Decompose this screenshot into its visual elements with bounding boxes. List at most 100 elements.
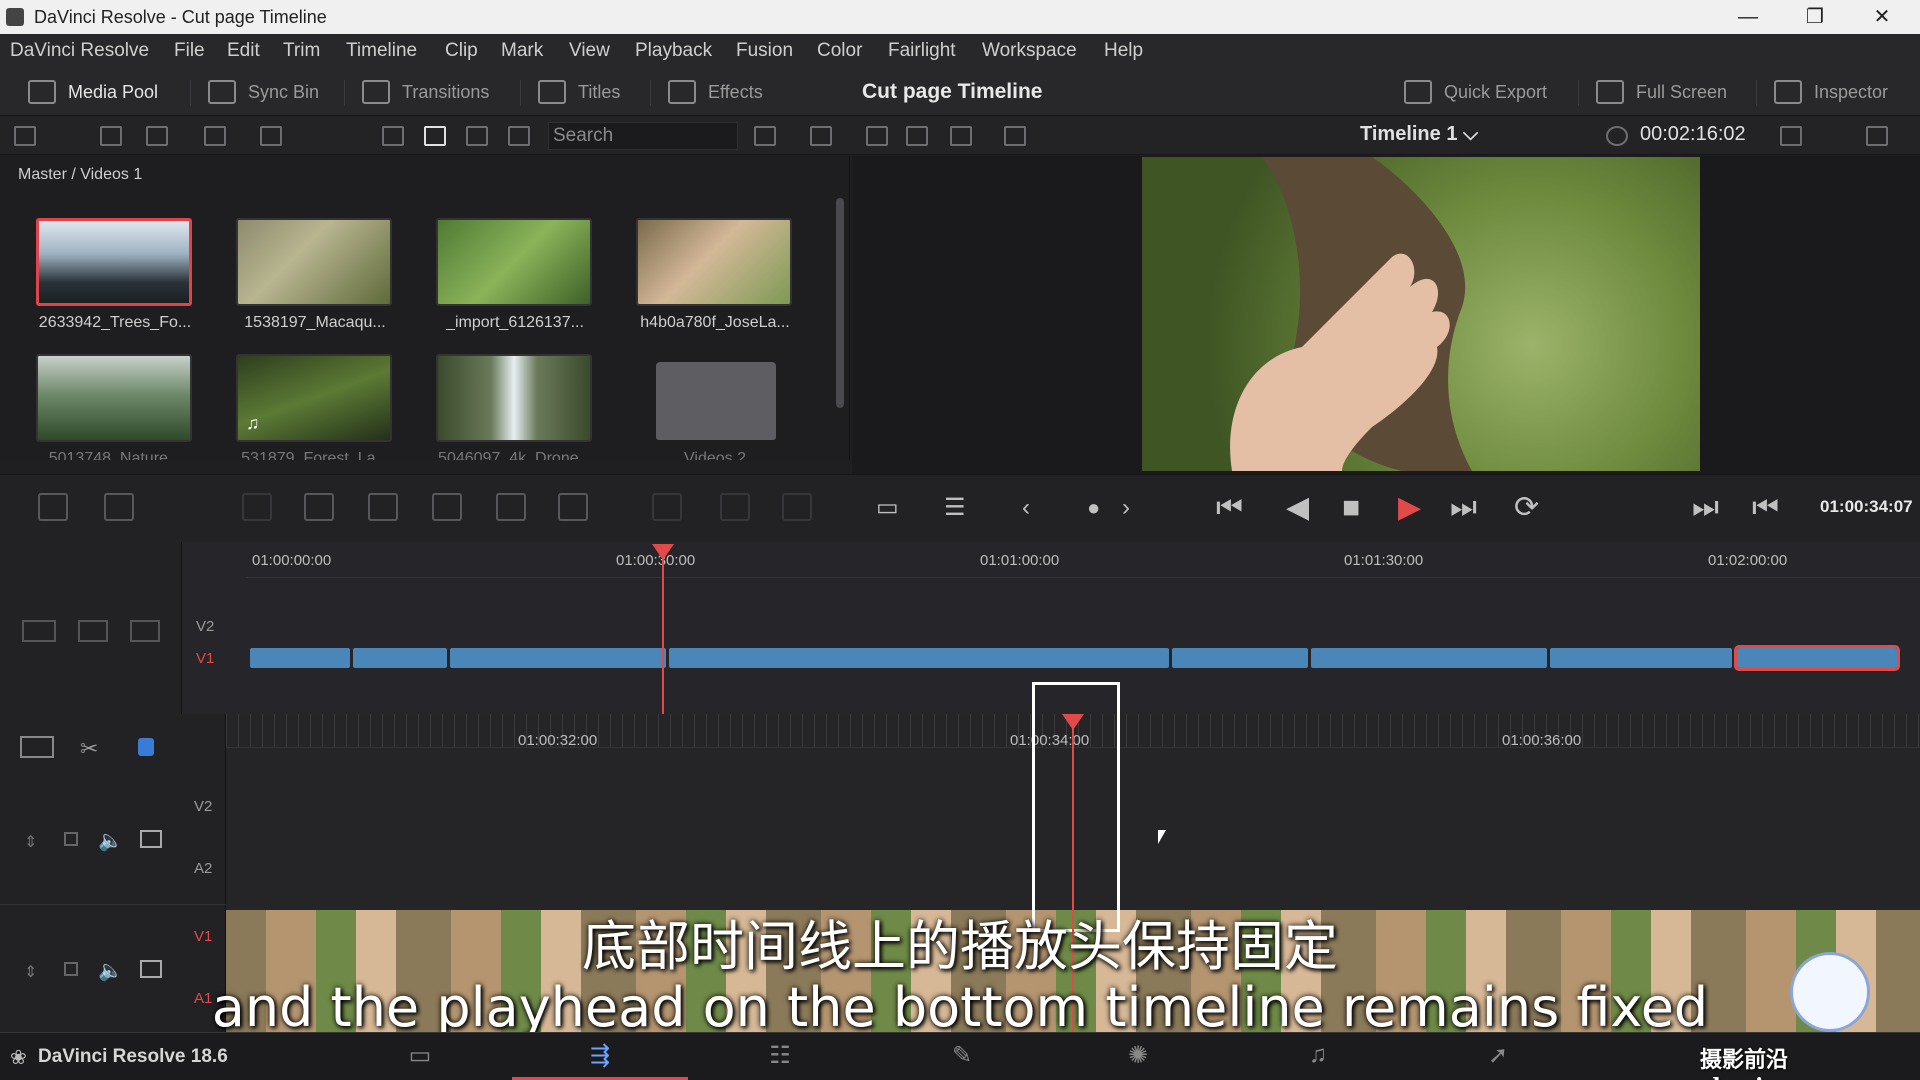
menu-clip[interactable]: Clip [445, 40, 478, 62]
quick-export-button[interactable]: Quick Export [1404, 78, 1547, 106]
clip-thumbnail[interactable] [36, 218, 192, 306]
timeline-clip[interactable] [250, 648, 350, 668]
ripple-overwrite-icon[interactable] [242, 493, 272, 521]
menu-playback[interactable]: Playback [635, 40, 712, 62]
effects-button[interactable]: Effects [668, 78, 763, 106]
menu-help[interactable]: Help [1104, 40, 1143, 62]
fairlight-page-icon[interactable]: ♫ [1296, 1041, 1340, 1071]
place-on-top-icon[interactable] [368, 493, 398, 521]
lock-icon[interactable] [64, 832, 78, 846]
next-clip-icon[interactable]: ⏭ [1692, 493, 1719, 523]
menu-trim[interactable]: Trim [283, 40, 320, 62]
zoom-icon[interactable] [130, 620, 160, 642]
timeline-name[interactable]: Timeline 1 ⌵ [1360, 123, 1478, 146]
clip-thumbnail[interactable] [436, 354, 592, 442]
timeline-clip[interactable] [669, 648, 1169, 668]
source-clip-icon[interactable] [866, 126, 888, 146]
go-to-start-icon[interactable]: ⏮ [1216, 493, 1243, 523]
razor-icon[interactable]: ✂ [80, 736, 98, 762]
close-button[interactable]: ✕ [1852, 2, 1912, 32]
clip-thumbnail[interactable] [636, 218, 792, 306]
list-view-icon[interactable] [508, 126, 530, 146]
source-overwrite-icon[interactable] [432, 493, 462, 521]
smart-insert-icon[interactable] [38, 493, 68, 521]
cut-page-icon[interactable]: ⇶ [578, 1041, 622, 1071]
search-input[interactable]: Search [548, 122, 738, 150]
dissolve-icon[interactable] [720, 493, 750, 521]
viewer-mode-icon[interactable] [1004, 126, 1026, 146]
timeline-clip[interactable] [1550, 648, 1732, 668]
menu-file[interactable]: File [174, 40, 205, 62]
audio-meter-icon[interactable] [78, 620, 108, 642]
timeline-clip-selected[interactable] [1734, 645, 1900, 671]
unlink-icon[interactable] [260, 126, 282, 146]
clip-thumbnail[interactable] [236, 218, 392, 306]
timeline-view-icon[interactable] [950, 126, 972, 146]
color-page-icon[interactable]: ✺ [1116, 1041, 1160, 1071]
strip-view-icon[interactable] [466, 126, 488, 146]
menu-fusion[interactable]: Fusion [736, 40, 793, 62]
snapping-icon[interactable] [138, 738, 154, 756]
menu-view[interactable]: View [569, 40, 610, 62]
folder-icon[interactable] [656, 362, 776, 440]
panel-toggle-icon[interactable] [14, 126, 36, 146]
track-expand-icon[interactable]: ⇕ [24, 832, 37, 852]
stop-icon[interactable]: ■ [1342, 493, 1360, 523]
fusion-page-icon[interactable]: ✎ [940, 1041, 984, 1071]
media-page-icon[interactable]: ▭ [398, 1041, 442, 1071]
thumbnail-view-icon[interactable] [424, 126, 446, 146]
split-clip-icon[interactable] [496, 493, 526, 521]
menu-fairlight[interactable]: Fairlight [888, 40, 956, 62]
sync-bin-button[interactable]: Sync Bin [208, 78, 319, 106]
fx-bypass-icon[interactable] [1780, 126, 1802, 146]
timeline-clip[interactable] [1172, 648, 1308, 668]
previous-edit-icon[interactable]: ‹ [1022, 493, 1030, 523]
speaker-icon[interactable]: 🔈 [98, 828, 123, 853]
clip-thumbnail[interactable]: ♫ [236, 354, 392, 442]
restore-button[interactable]: ❐ [1785, 2, 1845, 32]
smooth-cut-icon[interactable] [782, 493, 812, 521]
source-tape-icon[interactable] [906, 126, 928, 146]
titles-button[interactable]: Titles [538, 78, 620, 106]
sort-icon[interactable] [754, 126, 776, 146]
detect-scene-icon[interactable] [558, 493, 588, 521]
menu-davinci-resolve[interactable]: DaVinci Resolve [10, 40, 149, 62]
transitions-button[interactable]: Transitions [362, 78, 489, 106]
film-icon[interactable] [140, 830, 162, 848]
menu-mark[interactable]: Mark [501, 40, 543, 62]
refresh-icon[interactable] [810, 126, 832, 146]
menu-edit[interactable]: Edit [227, 40, 260, 62]
play-icon[interactable]: ▶ [1398, 493, 1421, 523]
edit-page-icon[interactable]: ☷ [758, 1041, 802, 1071]
full-screen-button[interactable]: Full Screen [1596, 78, 1727, 106]
menu-workspace[interactable]: Workspace [982, 40, 1077, 62]
import-icon[interactable] [146, 126, 168, 146]
media-pool-button[interactable]: Media Pool [28, 78, 158, 106]
media-pool-scrollbar[interactable] [836, 198, 844, 408]
previous-clip-icon[interactable]: ⏮ [1752, 493, 1779, 523]
track-options-icon[interactable] [22, 620, 56, 642]
metadata-view-icon[interactable] [382, 126, 404, 146]
transition-icon[interactable] [652, 493, 682, 521]
next-edit-icon[interactable]: › [1122, 493, 1130, 523]
relink-icon[interactable] [204, 126, 226, 146]
close-up-icon[interactable] [304, 493, 334, 521]
go-to-end-icon[interactable]: ⏭ [1450, 493, 1477, 523]
timeline-clip[interactable] [1311, 648, 1547, 668]
clip-thumbnail[interactable] [436, 218, 592, 306]
deliver-page-icon[interactable]: ➚ [1476, 1041, 1520, 1071]
clip-thumbnail[interactable] [36, 354, 192, 442]
marker-icon[interactable]: ● [1087, 493, 1100, 523]
append-icon[interactable] [104, 493, 134, 521]
settings-sliders-icon[interactable]: ☰ [944, 493, 966, 523]
timeline-clip[interactable] [450, 648, 666, 668]
safe-area-icon[interactable]: ▭ [876, 493, 899, 523]
timeline-clip[interactable] [353, 648, 447, 668]
inspector-button[interactable]: Inspector [1774, 78, 1888, 106]
loop-icon[interactable]: ⟳ [1514, 493, 1539, 523]
new-bin-icon[interactable] [100, 126, 122, 146]
menu-color[interactable]: Color [817, 40, 862, 62]
menu-timeline[interactable]: Timeline [346, 40, 417, 62]
minimize-button[interactable]: — [1718, 2, 1778, 32]
reverse-play-icon[interactable]: ◀ [1286, 493, 1309, 523]
